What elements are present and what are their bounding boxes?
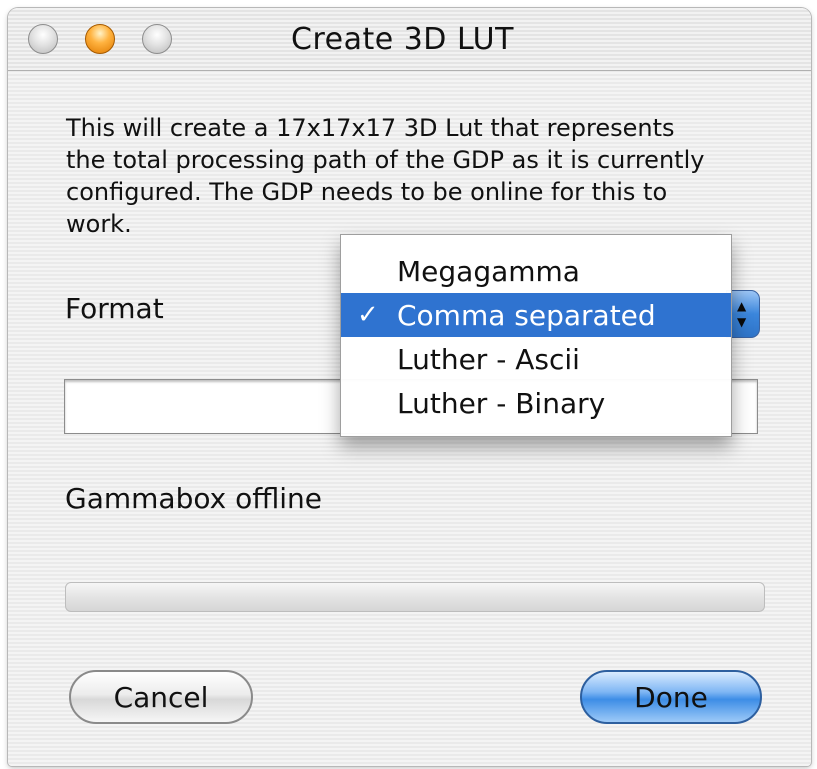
menu-item-label: Megagamma [397,254,580,288]
description-line: configured. The GDP needs to be online f… [66,178,668,206]
menu-item-megagamma[interactable]: Megagamma [341,249,731,293]
chevron-up-icon: ▲ [737,299,747,313]
format-label: Format [65,292,164,325]
create-3d-lut-window: Create 3D LUT This will create a 17x17x1… [8,8,811,766]
window-title: Create 3D LUT [291,22,514,57]
minimize-icon[interactable] [85,24,115,54]
format-dropdown-menu: Megagamma ✓ Comma separated Luther - Asc… [340,234,732,437]
close-icon[interactable] [28,24,58,54]
description-line: This will create a 17x17x17 3D Lut that … [66,114,675,142]
menu-item-comma-separated[interactable]: ✓ Comma separated [341,293,731,337]
menu-item-luther-binary[interactable]: Luther - Binary [341,381,731,425]
chevron-down-icon: ▼ [737,315,747,329]
done-button[interactable]: Done [580,670,762,724]
cancel-button[interactable]: Cancel [69,670,253,724]
menu-item-label: Luther - Ascii [397,342,580,376]
zoom-icon[interactable] [142,24,172,54]
menu-item-luther-ascii[interactable]: Luther - Ascii [341,337,731,381]
menu-item-label: Luther - Binary [397,386,606,420]
status-text: Gammabox offline [65,482,323,515]
description-text: This will create a 17x17x17 3D Lut that … [66,112,776,240]
description-line: the total processing path of the GDP as … [66,146,705,174]
progress-bar [65,582,765,612]
title-bar[interactable]: Create 3D LUT [8,8,811,71]
checkmark-icon: ✓ [357,300,379,330]
menu-item-label: Comma separated [397,298,656,332]
